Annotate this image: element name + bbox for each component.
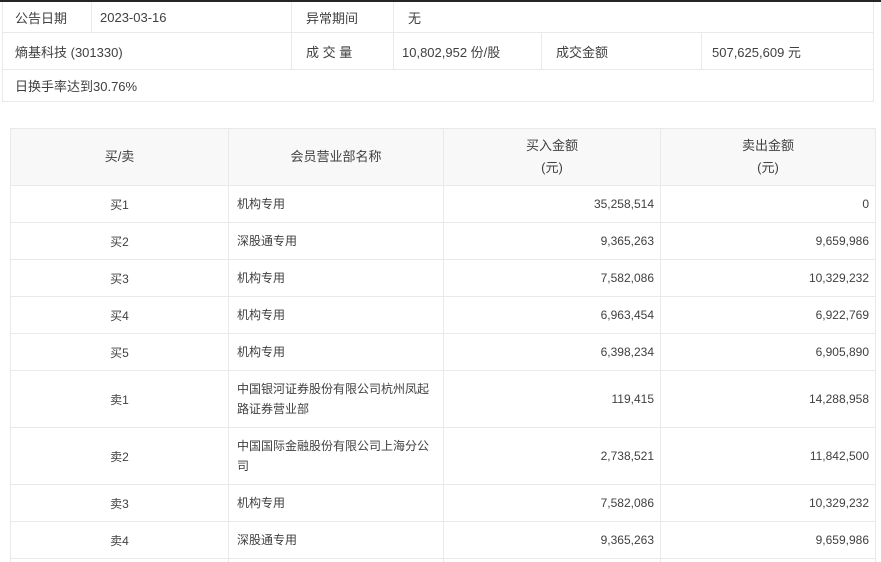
side-cell: 买2 — [10, 222, 229, 260]
col-header-sell-amount-line1: 卖出金额 — [741, 138, 794, 153]
buy-amount-cell: 7,582,086 — [443, 484, 661, 522]
col-header-broker-label: 会员营业部名称 — [290, 149, 382, 164]
broker-cell: 中国国际金融股份有限公司上海分公司 — [228, 427, 444, 485]
broker-cell: 中国银河证券股份有限公司杭州凤起路证券营业部 — [228, 370, 444, 428]
col-header-buy-amount: 买入金额 (元) — [443, 128, 661, 186]
volume-label: 成 交 量 — [291, 33, 393, 69]
sell-amount-cell: 6,905,890 — [660, 333, 876, 371]
broker-cell: 深股通专用 — [228, 521, 444, 559]
table-row: 买5 机构专用 6,398,234 6,905,890 — [10, 333, 876, 371]
buy-amount-cell: 2,738,521 — [443, 427, 661, 485]
broker-cell: 机构专用 — [228, 296, 444, 334]
buy-amount-cell: 9,365,263 — [443, 521, 661, 559]
sell-amount-cell: 0 — [660, 185, 876, 223]
table-row: 卖3 机构专用 7,582,086 10,329,232 — [10, 484, 876, 522]
info-panel: 公告日期 2023-03-16 异常期间 无 熵基科技 (301330) 成 交… — [2, 2, 874, 102]
sell-amount-cell: 9,659,986 — [660, 222, 876, 260]
broker-cell: 机构专用 — [228, 185, 444, 223]
side-cell: 买3 — [10, 259, 229, 297]
broker-cell: 机构专用 — [228, 333, 444, 371]
sell-amount-cell: 9,561,757 — [660, 558, 876, 562]
table-row: 卖4 深股通专用 9,365,263 9,659,986 — [10, 521, 876, 559]
sell-amount-cell: 9,659,986 — [660, 521, 876, 559]
info-row-volume: 熵基科技 (301330) 成 交 量 10,802,952 份/股 成交金额 … — [3, 33, 873, 70]
side-cell: 卖5 — [10, 558, 229, 562]
table-header-row: 买/卖 会员营业部名称 买入金额 (元) 卖出金额 (元) — [10, 128, 876, 186]
sell-amount-cell: 11,842,500 — [660, 427, 876, 485]
table-row: 卖5 中信建投证券股份有限公司杭州庆春路证券营业部 368,610 9,561,… — [10, 558, 876, 562]
sell-amount-cell: 10,329,232 — [660, 259, 876, 297]
buy-amount-cell: 368,610 — [443, 558, 661, 562]
table-row: 买3 机构专用 7,582,086 10,329,232 — [10, 259, 876, 297]
buy-amount-cell: 35,258,514 — [443, 185, 661, 223]
buy-amount-cell: 9,365,263 — [443, 222, 661, 260]
abnormal-period-value: 无 — [393, 2, 873, 32]
broker-cell: 深股通专用 — [228, 222, 444, 260]
col-header-side: 买/卖 — [10, 128, 229, 186]
buy-amount-cell: 6,963,454 — [443, 296, 661, 334]
turnover-amount-value: 507,625,609 元 — [701, 33, 873, 69]
info-row-announcement: 公告日期 2023-03-16 异常期间 无 — [3, 2, 873, 33]
stock-name: 熵基科技 (301330) — [15, 44, 123, 60]
side-cell: 买1 — [10, 185, 229, 223]
side-cell: 买4 — [10, 296, 229, 334]
buy-amount-cell: 7,582,086 — [443, 259, 661, 297]
buy-amount-cell: 119,415 — [443, 370, 661, 428]
table-row: 卖2 中国国际金融股份有限公司上海分公司 2,738,521 11,842,50… — [10, 427, 876, 485]
abnormal-period-label: 异常期间 — [291, 2, 393, 32]
broker-cell: 机构专用 — [228, 484, 444, 522]
col-header-sell-amount: 卖出金额 (元) — [660, 128, 876, 186]
side-cell: 买5 — [10, 333, 229, 371]
turnover-rate-note: 日换手率达到30.76% — [15, 79, 138, 94]
volume-value: 10,802,952 份/股 — [393, 33, 541, 69]
table-row: 卖1 中国银河证券股份有限公司杭州凤起路证券营业部 119,415 14,288… — [10, 370, 876, 428]
sell-amount-cell: 10,329,232 — [660, 484, 876, 522]
broker-cell: 中信建投证券股份有限公司杭州庆春路证券营业部 — [228, 558, 444, 562]
announcement-date-label: 公告日期 — [15, 10, 68, 26]
side-cell: 卖2 — [10, 427, 229, 485]
announcement-date-value: 2023-03-16 — [91, 2, 291, 32]
table-row: 买4 机构专用 6,963,454 6,922,769 — [10, 296, 876, 334]
buy-amount-cell: 6,398,234 — [443, 333, 661, 371]
sell-amount-cell: 6,922,769 — [660, 296, 876, 334]
table-row: 买1 机构专用 35,258,514 0 — [10, 185, 876, 223]
broker-cell: 机构专用 — [228, 259, 444, 297]
col-header-side-label: 买/卖 — [104, 149, 135, 164]
side-cell: 卖3 — [10, 484, 229, 522]
side-cell: 卖4 — [10, 521, 229, 559]
sell-amount-cell: 14,288,958 — [660, 370, 876, 428]
info-row-turnover-rate: 日换手率达到30.76% — [3, 70, 873, 102]
col-header-broker: 会员营业部名称 — [228, 128, 444, 186]
col-header-buy-amount-line1: 买入金额 — [525, 138, 578, 153]
lhb-table: 买/卖 会员营业部名称 买入金额 (元) 卖出金额 (元) 买1 机构专用 35… — [10, 128, 876, 562]
col-header-sell-amount-line2: (元) — [757, 160, 779, 175]
table-row: 买2 深股通专用 9,365,263 9,659,986 — [10, 222, 876, 260]
table-body: 买1 机构专用 35,258,514 0 买2 深股通专用 9,365,263 … — [10, 185, 876, 562]
col-header-buy-amount-line2: (元) — [541, 160, 563, 175]
turnover-amount-label: 成交金额 — [541, 33, 701, 69]
side-cell: 卖1 — [10, 370, 229, 428]
